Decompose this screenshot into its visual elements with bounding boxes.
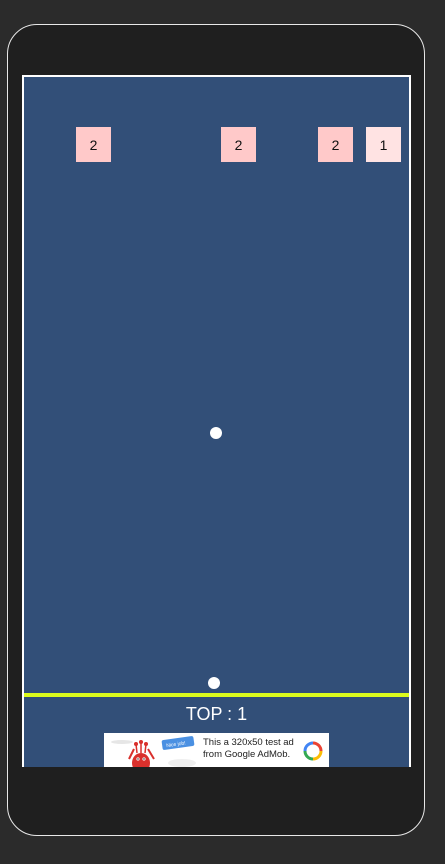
brick: 2	[221, 127, 256, 162]
ad-text: This a 320x50 test ad from Google AdMob.	[203, 737, 294, 760]
floor-line	[24, 693, 409, 697]
brick: 2	[318, 127, 353, 162]
brick-value: 2	[89, 136, 98, 153]
ad-banner[interactable]: Nice job! This a 320x50 test ad from Goo…	[104, 733, 329, 767]
alien-mascot-icon: Nice job!	[104, 733, 200, 767]
brick-value: 2	[234, 136, 243, 153]
launcher-ball[interactable]	[208, 677, 220, 689]
admob-logo-icon	[303, 741, 323, 761]
brick-value: 2	[331, 136, 340, 153]
game-screen[interactable]: 2 2 2 1 TOP : 1 Nice job! This a 320x50 …	[22, 75, 411, 767]
brick: 1	[366, 127, 401, 162]
moving-ball	[210, 427, 222, 439]
brick-value: 1	[379, 136, 388, 153]
top-score: TOP : 1	[185, 704, 248, 724]
brick: 2	[76, 127, 111, 162]
